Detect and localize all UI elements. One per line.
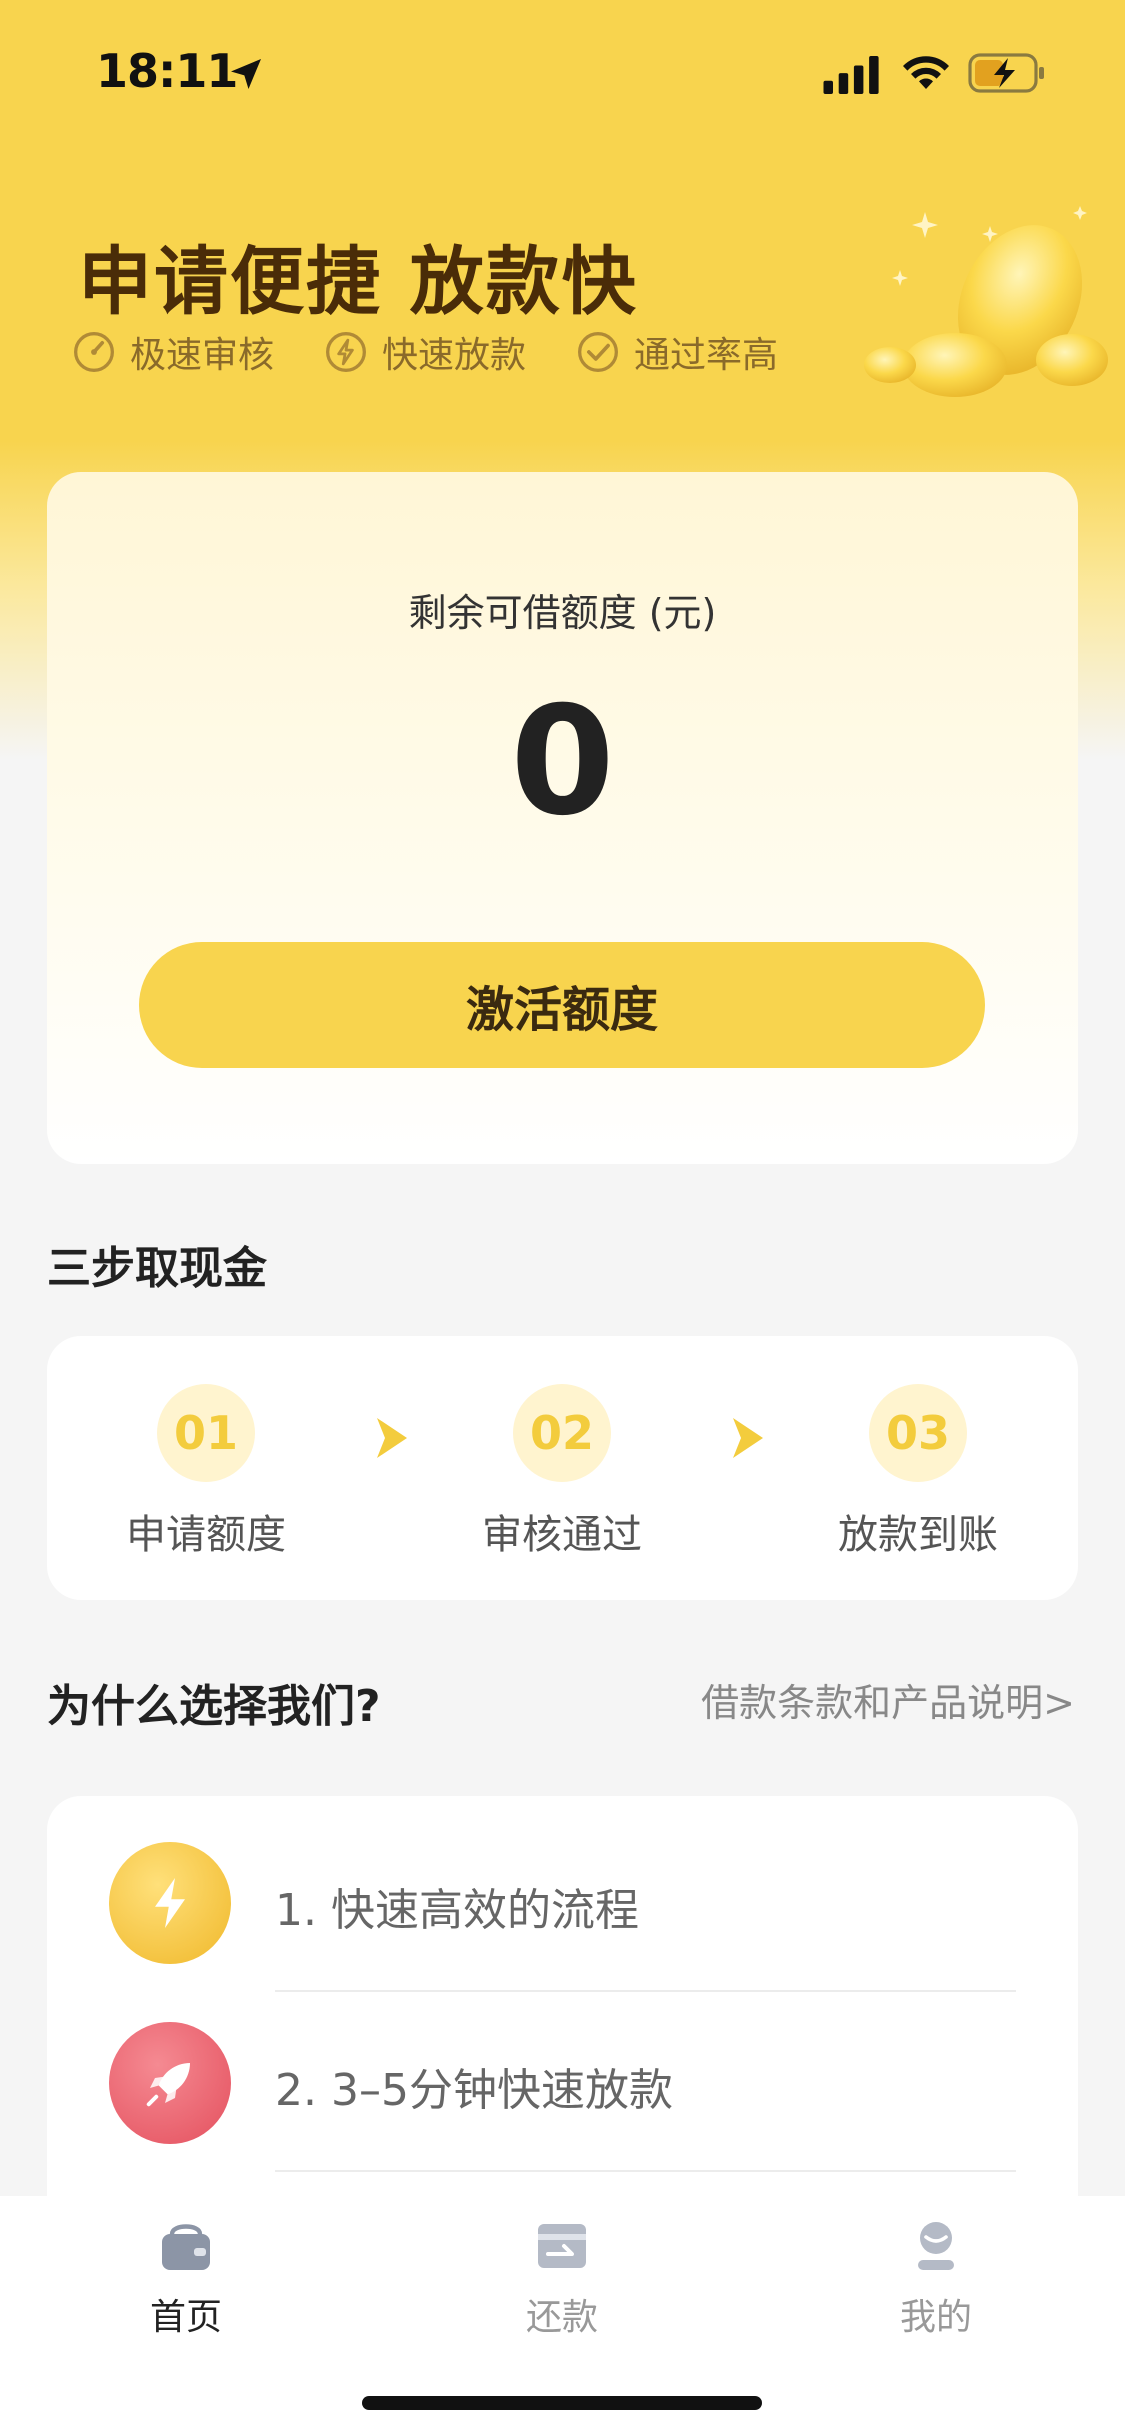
- tab-label: 首页: [149, 2297, 222, 2338]
- tab-label: 还款: [525, 2297, 598, 2338]
- tab-profile[interactable]: 我的: [836, 2216, 1036, 2340]
- credit-card: 剩余可借额度 (元) 0 激活额度: [47, 472, 1078, 1164]
- tab-label: 我的: [899, 2297, 972, 2338]
- status-bar: 18:11: [0, 0, 1125, 140]
- step-label: 申请额度: [126, 1512, 286, 1558]
- step-label: 放款到账: [838, 1512, 998, 1558]
- why-item-text: 2. 3–5分钟快速放款: [275, 2065, 673, 2116]
- feature-label: 通过率高: [634, 335, 779, 376]
- status-time: 18:11: [96, 44, 238, 98]
- lightning-circle-icon: [326, 332, 366, 372]
- step-number: 02: [513, 1384, 611, 1482]
- why-card: 1. 快速高效的流程 2. 3–5分钟快速放款: [47, 1796, 1078, 2256]
- activate-credit-button[interactable]: 激活额度: [139, 942, 985, 1068]
- speedometer-icon: [74, 332, 114, 372]
- why-item-text: 1. 快速高效的流程: [275, 1885, 639, 1936]
- step-arrow-icon: [377, 1418, 407, 1458]
- why-item-fast-payout: 2. 3–5分钟快速放款: [47, 1976, 1078, 2172]
- step-payout: 03 放款到账: [808, 1384, 1028, 1560]
- why-item-fast-process: 1. 快速高效的流程: [47, 1796, 1078, 1992]
- bean-mascot-illustration: [864, 206, 1108, 397]
- wallet-icon: [162, 2224, 210, 2270]
- feature-fast-payout: 快速放款: [324, 326, 526, 378]
- feature-label: 极速审核: [130, 335, 275, 376]
- lightning-icon: [109, 1842, 231, 1964]
- step-number: 03: [869, 1384, 967, 1482]
- divider: [275, 2170, 1016, 2172]
- step-label: 审核通过: [482, 1512, 642, 1558]
- hero-title: 申请便捷 放款快: [78, 239, 638, 325]
- repay-card-icon: [538, 2224, 586, 2268]
- feature-fast-review: 极速审核: [72, 326, 274, 378]
- steps-section-title: 三步取现金: [47, 1243, 267, 1294]
- wifi-icon: [903, 56, 949, 89]
- tab-repay[interactable]: 还款: [462, 2216, 662, 2340]
- step-review: 02 审核通过: [452, 1384, 672, 1560]
- tab-home[interactable]: 首页: [86, 2216, 286, 2340]
- user-icon: [918, 2222, 954, 2270]
- home-indicator: [362, 2396, 762, 2410]
- step-arrow-icon: [733, 1418, 763, 1458]
- battery-charging-icon: [968, 53, 1044, 93]
- step-apply: 01 申请额度: [96, 1384, 316, 1560]
- feature-label: 快速放款: [382, 335, 527, 376]
- location-arrow-icon: [231, 59, 261, 89]
- step-number: 01: [157, 1384, 255, 1482]
- why-section-title: 为什么选择我们?: [47, 1681, 381, 1732]
- terms-link[interactable]: 借款条款和产品说明>: [701, 1672, 1075, 1727]
- cellular-signal-icon: [823, 56, 879, 94]
- check-circle-icon: [578, 332, 618, 372]
- steps-card: 01 申请额度 02 审核通过 03 放款到账: [47, 1336, 1078, 1600]
- rocket-icon: [109, 2022, 231, 2144]
- feature-high-approval: 通过率高: [576, 326, 778, 378]
- credit-label: 剩余可借额度 (元): [408, 591, 717, 635]
- credit-amount: 0: [510, 675, 615, 849]
